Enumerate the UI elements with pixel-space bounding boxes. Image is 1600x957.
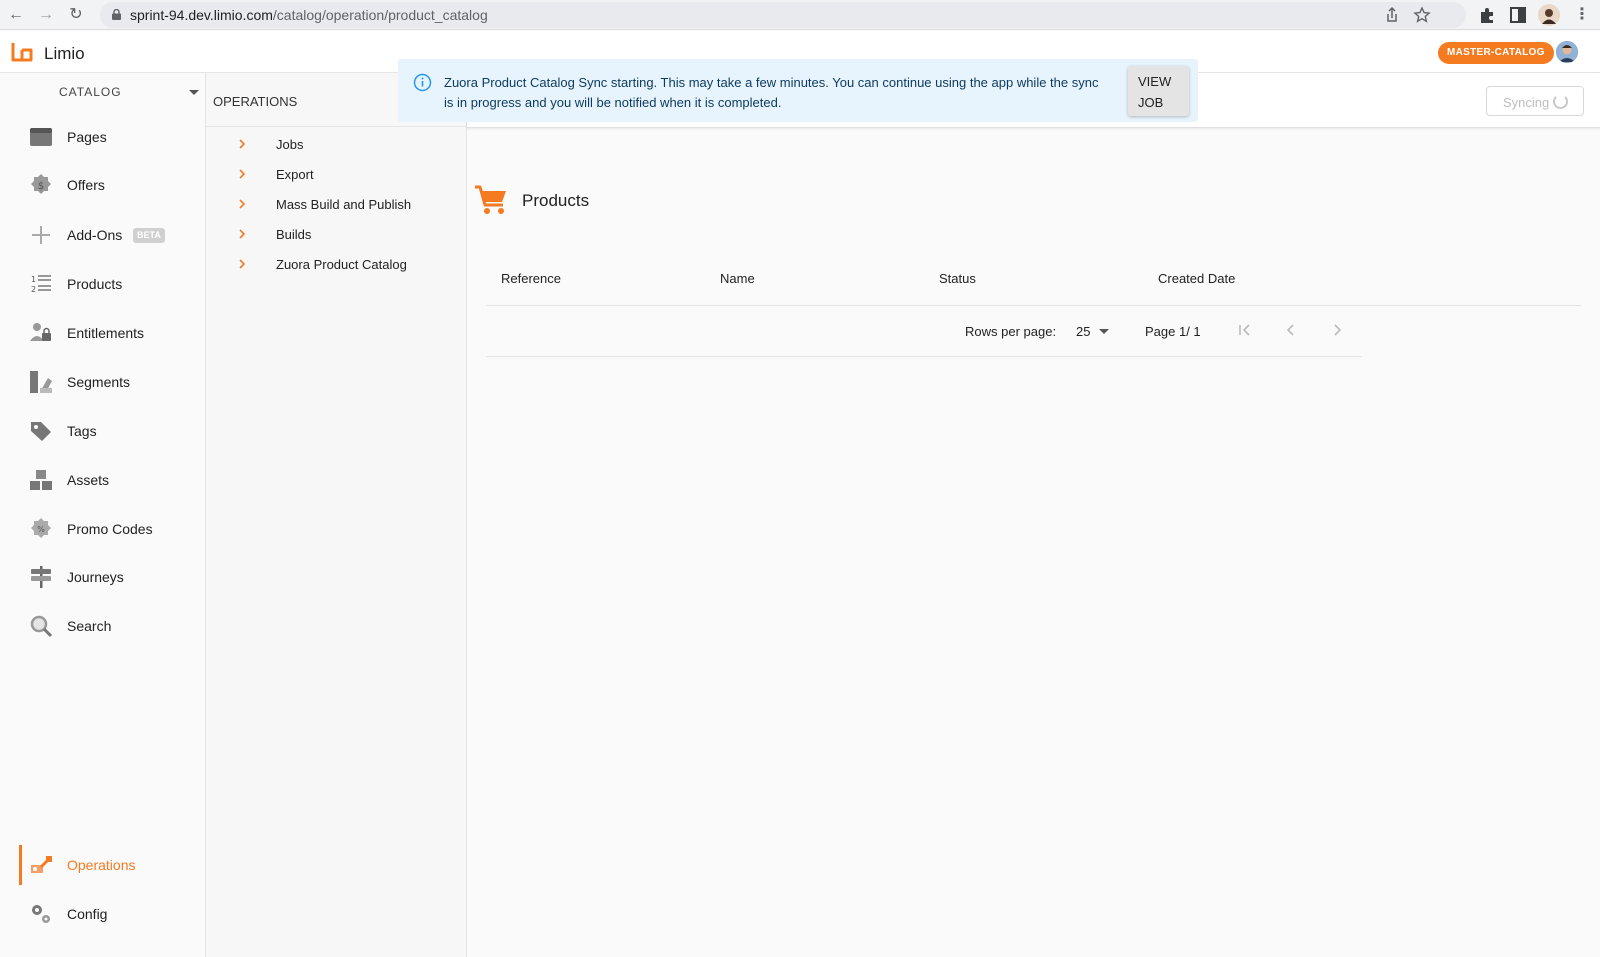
svg-text:%: % [37,525,45,534]
profile-avatar-icon[interactable] [1538,4,1560,26]
sync-toast: Zuora Product Catalog Sync starting. Thi… [398,59,1198,122]
user-avatar[interactable] [1556,41,1578,63]
offers-icon: $ [31,174,51,194]
toast-message: Zuora Product Catalog Sync starting. Thi… [444,75,1099,110]
cart-icon [475,185,506,214]
sidebar-item-tags[interactable]: Tags [0,411,206,451]
spinner-icon [1553,94,1568,109]
page-indicator: Page 1/ 1 [1145,324,1201,339]
sidebar-item-add-ons[interactable]: Add-Ons BETA [0,215,206,255]
previous-page-icon[interactable] [1283,322,1299,338]
rows-per-page-label: Rows per page: [965,324,1057,339]
back-icon[interactable]: ← [6,5,26,25]
chevron-right-icon [239,139,246,149]
info-icon [413,73,432,92]
sidebar-item-entitlements[interactable]: Entitlements [0,313,206,353]
syncing-button[interactable]: Syncing [1486,86,1584,116]
operations-icon [31,856,52,873]
column-header-created-date[interactable]: Created Date [1158,271,1235,286]
rows-per-page-select[interactable]: 25 [1076,324,1090,339]
svg-text:1: 1 [31,275,36,284]
beta-badge: BETA [133,228,165,243]
add-icon [32,226,50,244]
limio-logo-icon [11,43,33,62]
ops-item-zuora-catalog[interactable]: Zuora Product Catalog [206,249,467,279]
reload-icon[interactable]: ↻ [66,5,86,25]
next-page-icon[interactable] [1329,322,1345,338]
page-title: Products [522,191,590,210]
promo-icon: % [31,518,51,538]
sidebar-item-promo-codes[interactable]: % Promo Codes [0,509,206,549]
sidebar-item-offers[interactable]: $ Offers [0,165,206,205]
catalog-badge[interactable]: MASTER-CATALOG [1438,42,1554,64]
segments-icon [30,371,52,393]
lock-icon [112,9,121,20]
search-icon [30,615,53,638]
user-avatar-icon [1556,41,1578,63]
sidebar-item-segments[interactable]: Segments [0,362,206,402]
column-header-reference[interactable]: Reference [501,271,561,286]
browser-menu-icon[interactable]: ⋮ [1572,5,1592,25]
column-header-name[interactable]: Name [720,271,755,286]
table-header-divider [486,305,1581,306]
active-indicator [19,845,22,885]
sidebar-item-operations[interactable]: Operations [0,845,206,885]
chevron-right-icon [239,199,246,209]
sidebar-item-assets[interactable]: Assets [0,460,206,500]
sidebar-header: CATALOG [59,85,122,99]
sidebar-item-config[interactable]: Config [0,894,206,934]
svg-text:2: 2 [31,285,36,294]
sidebar-item-pages[interactable]: Pages [0,117,206,157]
column-header-status[interactable]: Status [939,271,976,286]
sidebar-item-journeys[interactable]: Journeys [0,557,206,597]
assets-icon [30,470,52,490]
rows-dropdown-icon[interactable] [1099,329,1109,334]
ops-item-export[interactable]: Export [206,159,467,189]
share-icon[interactable] [1382,5,1402,25]
svg-text:$: $ [38,181,44,192]
view-job-button[interactable]: VIEW JOB [1128,66,1189,116]
address-bar[interactable]: sprint-94.dev.limio.com/catalog/operatio… [100,2,1466,28]
url-text: sprint-94.dev.limio.com/catalog/operatio… [130,7,488,23]
ops-item-builds[interactable]: Builds [206,219,467,249]
sidebar-item-products[interactable]: 12 Products [0,264,206,304]
side-panel-icon[interactable] [1508,5,1528,25]
ops-item-mass-build[interactable]: Mass Build and Publish [206,189,467,219]
list-icon: 12 [31,275,51,294]
extensions-icon[interactable] [1477,5,1497,25]
journeys-icon [31,566,51,588]
sidebar-dropdown-icon[interactable] [189,90,199,95]
gear-icon [32,905,50,923]
app-name: Limio [44,44,85,63]
chevron-right-icon [239,259,246,269]
ops-item-jobs[interactable]: Jobs [206,129,467,159]
pages-icon [30,128,52,146]
sidebar-item-search[interactable]: Search [0,606,206,646]
catalog-sidebar: CATALOG Pages $ Offers Add-Ons BETA 12 P… [0,73,206,957]
bookmark-star-icon[interactable] [1412,5,1432,25]
forward-icon[interactable]: → [36,5,56,25]
chevron-right-icon [239,169,246,179]
tag-icon [31,422,51,441]
first-page-icon[interactable] [1237,322,1253,338]
entitlements-icon [30,323,51,341]
chevron-right-icon [239,229,246,239]
browser-toolbar: ← → ↻ sprint-94.dev.limio.com/catalog/op… [0,0,1600,30]
pagination-divider [486,356,1362,357]
operations-panel: OPERATIONS Jobs Export Mass Build and Pu… [206,73,467,957]
